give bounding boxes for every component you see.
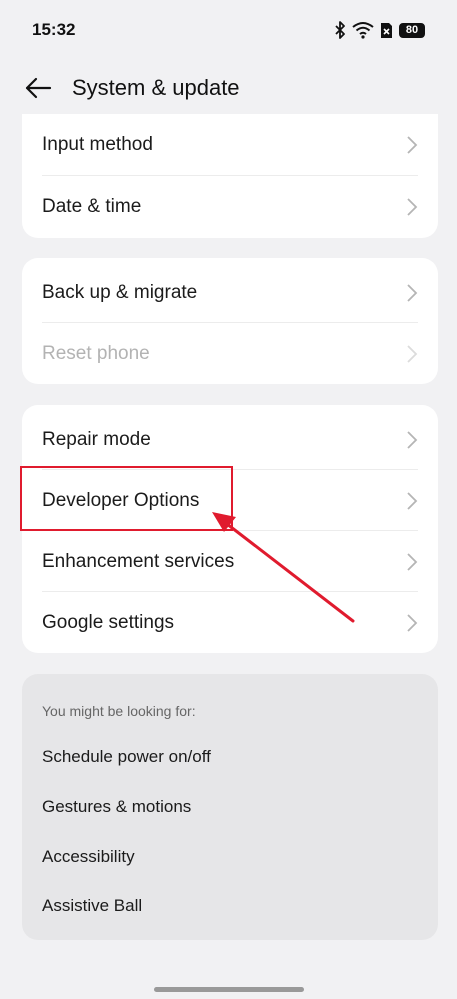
google-settings-item[interactable]: Google settings bbox=[42, 592, 418, 653]
back-up-migrate-label: Back up & migrate bbox=[42, 281, 198, 303]
settings-card-backup: Back up & migrate Reset phone bbox=[22, 258, 438, 384]
wifi-icon bbox=[352, 21, 374, 39]
back-up-migrate-item[interactable]: Back up & migrate bbox=[42, 262, 418, 323]
chevron-right-icon bbox=[407, 283, 418, 302]
repair-mode-label: Repair mode bbox=[42, 428, 151, 450]
status-time: 15:32 bbox=[32, 20, 76, 39]
settings-card-general: Input method Date & time bbox=[22, 114, 438, 238]
suggestions-panel: You might be looking for: Schedule power… bbox=[22, 674, 438, 940]
suggestions-title: You might be looking for: bbox=[42, 703, 196, 719]
developer-options-item[interactable]: Developer Options bbox=[42, 470, 418, 531]
back-arrow-icon bbox=[25, 77, 52, 99]
chevron-right-icon bbox=[407, 344, 418, 363]
back-button[interactable] bbox=[22, 72, 54, 104]
home-indicator[interactable] bbox=[154, 987, 304, 992]
chevron-right-icon bbox=[407, 135, 418, 154]
chevron-right-icon bbox=[407, 430, 418, 449]
suggestion-gestures-motions[interactable]: Gestures & motions bbox=[42, 797, 191, 817]
chevron-right-icon bbox=[407, 491, 418, 510]
input-method-label: Input method bbox=[42, 133, 153, 155]
settings-card-advanced: Repair mode Developer Options Enhancemen… bbox=[22, 405, 438, 653]
battery-icon: 80 bbox=[399, 22, 425, 38]
status-bar: 15:32 80 bbox=[0, 0, 457, 60]
header: System & update bbox=[0, 62, 457, 114]
date-time-item[interactable]: Date & time bbox=[42, 176, 418, 237]
suggestion-assistive-ball[interactable]: Assistive Ball bbox=[42, 896, 142, 916]
page-title: System & update bbox=[72, 75, 240, 100]
google-settings-label: Google settings bbox=[42, 611, 175, 633]
bluetooth-icon bbox=[334, 21, 346, 39]
date-time-label: Date & time bbox=[42, 195, 142, 217]
chevron-right-icon bbox=[407, 197, 418, 216]
chevron-right-icon bbox=[407, 552, 418, 571]
developer-options-label: Developer Options bbox=[42, 489, 200, 511]
enhancement-services-label: Enhancement services bbox=[42, 550, 235, 572]
chevron-right-icon bbox=[407, 613, 418, 632]
reset-phone-label: Reset phone bbox=[42, 342, 150, 364]
no-sim-icon bbox=[380, 22, 393, 39]
input-method-item[interactable]: Input method bbox=[42, 114, 418, 175]
enhancement-services-item[interactable]: Enhancement services bbox=[42, 531, 418, 592]
status-icons: 80 bbox=[334, 21, 425, 39]
suggestion-schedule-power[interactable]: Schedule power on/off bbox=[42, 747, 211, 767]
repair-mode-item[interactable]: Repair mode bbox=[42, 409, 418, 470]
reset-phone-item[interactable]: Reset phone bbox=[42, 323, 418, 384]
suggestion-accessibility[interactable]: Accessibility bbox=[42, 847, 135, 867]
